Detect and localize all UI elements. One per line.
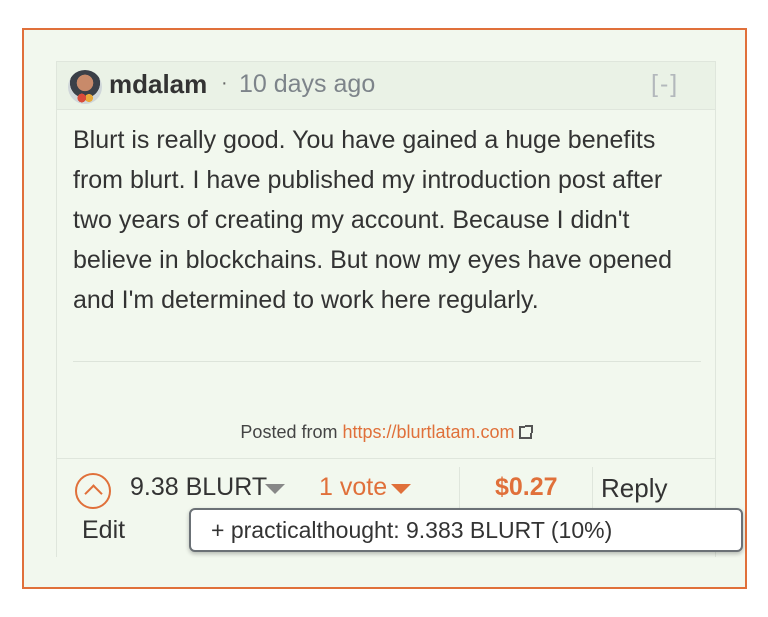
posted-from-link[interactable]: https://blurtlatam.com: [342, 422, 514, 442]
voter-entry[interactable]: + practicalthought: 9.383 BLURT (10%): [211, 517, 612, 543]
comment-card: mdalam · 10 days ago [-] Blurt is really…: [56, 61, 716, 557]
posted-from-label: Posted from: [240, 422, 338, 442]
voters-popup: + practicalthought: 9.383 BLURT (10%): [189, 508, 743, 552]
upvote-button[interactable]: [75, 473, 111, 509]
avatar-flower: [77, 93, 93, 103]
external-link-icon: [518, 425, 533, 439]
meta-separator: ·: [221, 72, 228, 94]
payout-value[interactable]: 9.38 BLURT: [130, 473, 267, 502]
divider: [73, 361, 701, 362]
avatar[interactable]: [68, 70, 102, 104]
footer-separator: [459, 467, 460, 511]
comment-highlight-frame: mdalam · 10 days ago [-] Blurt is really…: [22, 28, 747, 589]
posted-from: Posted from https://blurtlatam.com: [57, 422, 715, 443]
dollar-value: $0.27: [495, 473, 558, 501]
timestamp-link[interactable]: 10 days ago: [239, 70, 375, 99]
collapse-toggle[interactable]: [-]: [651, 70, 679, 99]
comment-body: Blurt is really good. You have gained a …: [73, 126, 672, 314]
comment-header: mdalam · 10 days ago [-]: [57, 62, 715, 110]
footer-separator: [592, 467, 593, 511]
edit-button[interactable]: Edit: [82, 516, 125, 545]
votes-caret-icon[interactable]: [391, 484, 411, 494]
votes-dropdown[interactable]: 1 vote: [319, 473, 387, 502]
payout-dropdown-icon[interactable]: [265, 484, 285, 494]
reply-button[interactable]: Reply: [601, 473, 667, 504]
author-link[interactable]: mdalam: [109, 69, 207, 100]
